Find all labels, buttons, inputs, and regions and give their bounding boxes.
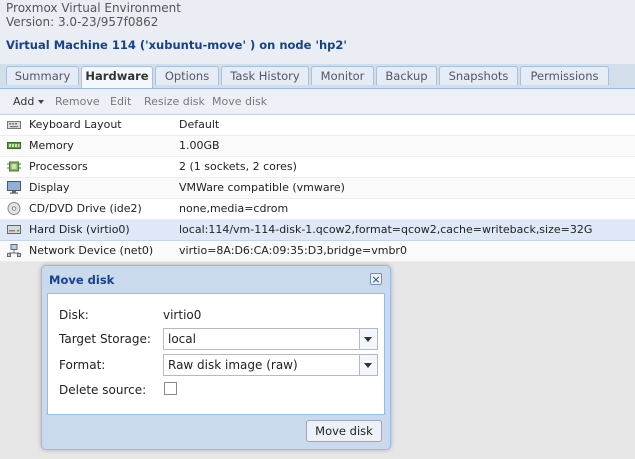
hardware-row-harddisk[interactable]: Hard Disk (virtio0) local:114/vm-114-dis… [0,220,635,241]
hardware-row-cdrom[interactable]: CD/DVD Drive (ide2) none,media=cdrom [0,199,635,220]
move-disk-button[interactable]: Move disk [212,95,267,108]
hardware-label: Hard Disk (virtio0) [29,223,130,236]
hardware-label: Display [29,181,70,194]
product-info: Proxmox Virtual Environment Version: 3.0… [6,1,181,29]
toolbar: Add Remove Edit Resize disk Move disk [0,89,635,115]
hardware-value: local:114/vm-114-disk-1.qcow2,format=qco… [179,223,593,236]
hardware-label: Processors [29,160,88,173]
hardware-value: Default [179,118,220,131]
resize-disk-button[interactable]: Resize disk [144,95,205,108]
chevron-down-icon[interactable] [359,329,377,349]
tab-bar: Summary Hardware Options Task History Mo… [0,64,635,89]
hardware-value: virtio=8A:D6:CA:09:35:D3,bridge=vmbr0 [179,244,407,257]
add-button[interactable]: Add [13,95,45,108]
format-label: Format: [59,358,106,372]
hardware-label: Keyboard Layout [29,118,122,131]
remove-button[interactable]: Remove [55,95,100,108]
hardware-value: 1.00GB [179,139,220,152]
edit-button[interactable]: Edit [110,95,131,108]
hardware-row-keyboard[interactable]: Keyboard Layout Default [0,115,635,136]
hardware-label: CD/DVD Drive (ide2) [29,202,142,215]
product-version: Version: 3.0-23/957f0862 [6,15,159,29]
hardware-label: Network Device (net0) [29,244,154,257]
tab-permissions[interactable]: Permissions [520,66,609,85]
product-name: Proxmox Virtual Environment [6,1,181,15]
format-value: Raw disk image (raw) [168,358,298,372]
target-storage-value: local [168,332,196,346]
keyboard-icon [7,121,21,129]
cpu-icon [7,161,21,172]
tab-backup[interactable]: Backup [376,66,437,85]
cdrom-icon [7,202,21,215]
header: Proxmox Virtual Environment Version: 3.0… [0,0,635,64]
disk-label: Disk: [59,308,89,322]
hardware-label: Memory [29,139,74,152]
target-storage-label: Target Storage: [59,332,151,346]
format-select[interactable]: Raw disk image (raw) [163,354,378,376]
move-disk-dialog: Move disk × Disk: virtio0 Target Storage… [41,265,391,450]
hardware-row-network[interactable]: Network Device (net0) virtio=8A:D6:CA:09… [0,241,635,262]
close-icon[interactable]: × [370,273,382,285]
dialog-title: Move disk [49,273,115,287]
hardware-row-display[interactable]: Display VMWare compatible (vmware) [0,178,635,199]
disk-value: virtio0 [163,308,202,322]
tab-snapshots[interactable]: Snapshots [439,66,518,85]
hardware-value: 2 (1 sockets, 2 cores) [179,160,297,173]
target-storage-select[interactable]: local [163,328,378,350]
vm-title: Virtual Machine 114 ('xubuntu-move' ) on… [6,38,347,52]
tab-options[interactable]: Options [155,66,219,85]
chevron-down-icon[interactable] [359,355,377,375]
network-icon [7,244,21,257]
chevron-down-icon [38,100,45,104]
delete-source-label: Delete source: [59,383,147,397]
memory-icon [7,142,21,149]
dialog-header: Move disk × [42,266,390,292]
hardware-value: none,media=cdrom [179,202,289,215]
delete-source-checkbox[interactable] [164,382,177,395]
hardware-row-processors[interactable]: Processors 2 (1 sockets, 2 cores) [0,157,635,178]
add-label: Add [13,95,35,108]
tab-summary[interactable]: Summary [6,66,79,85]
tab-monitor[interactable]: Monitor [311,66,374,85]
harddisk-icon [7,225,21,234]
dialog-form: Disk: virtio0 Target Storage: local Form… [47,293,385,415]
display-icon [7,181,21,194]
hardware-value: VMWare compatible (vmware) [179,181,345,194]
move-disk-submit-button[interactable]: Move disk [306,420,382,442]
tab-hardware[interactable]: Hardware [81,66,153,88]
hardware-row-memory[interactable]: Memory 1.00GB [0,136,635,157]
tab-task-history[interactable]: Task History [221,66,309,85]
